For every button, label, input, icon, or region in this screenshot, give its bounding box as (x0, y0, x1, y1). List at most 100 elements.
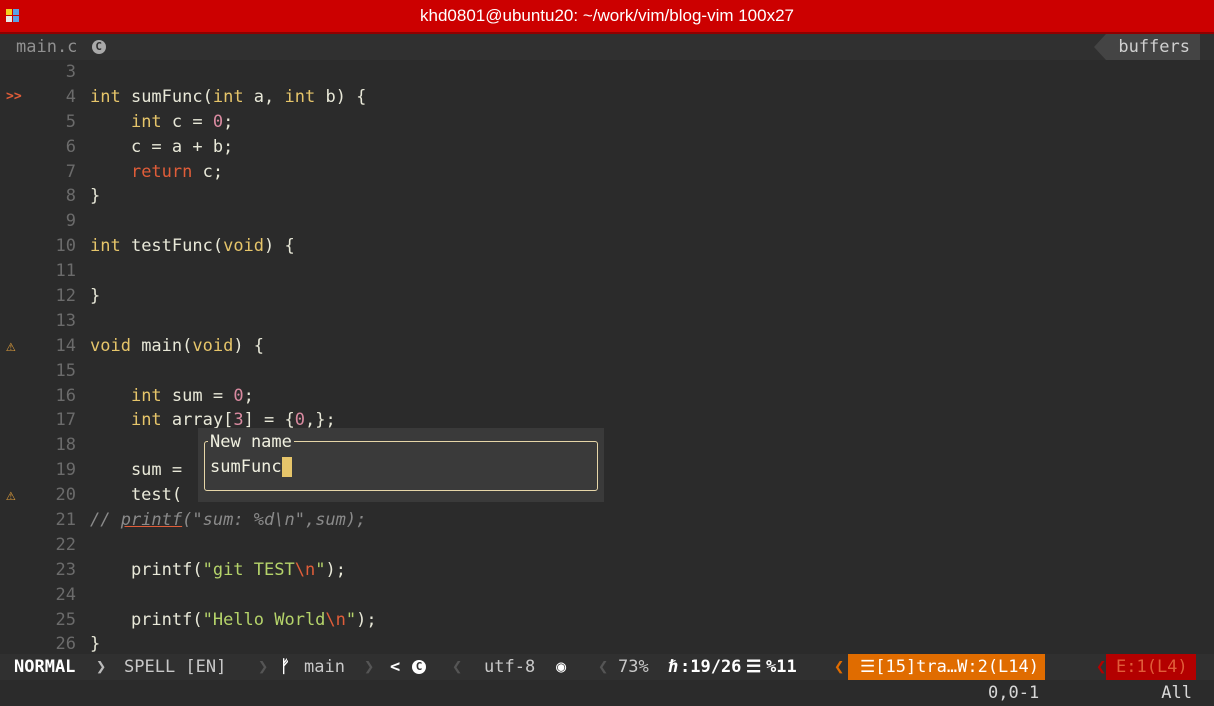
code-line: 18 (0, 433, 1214, 458)
git-branch-icon: ᚠ (280, 657, 291, 677)
line-number: 13 (55, 310, 76, 331)
line-number: 14 (55, 335, 76, 356)
code-text: int testFunc(void) { (90, 236, 295, 257)
code-text: sum = (90, 460, 193, 481)
code-line: 17 int array[3] = {0,}; (0, 408, 1214, 433)
line-number: 20 (55, 485, 76, 506)
line-number: 9 (65, 211, 76, 232)
code-line: 25 printf("Hello World\n"); (0, 608, 1214, 633)
window-titlebar: khd0801@ubuntu20: ~/work/vim/blog-vim 10… (0, 0, 1214, 34)
line-number-icon: ℏ (668, 657, 679, 677)
cursor-position: 0,0-1 (988, 683, 1040, 703)
scroll-position: All (1161, 683, 1192, 703)
line-number: 10 (55, 236, 76, 257)
line-number: 12 (55, 286, 76, 307)
code-line: 7 return c; (0, 160, 1214, 185)
code-line: 9 (0, 209, 1214, 234)
code-line: 12} (0, 284, 1214, 309)
text-cursor (281, 457, 292, 477)
file-encoding: utf-8 (484, 657, 536, 677)
separator-icon: ❯ (258, 657, 269, 677)
code-line: 11 (0, 259, 1214, 284)
code-text: test( (90, 485, 183, 506)
line-number: 18 (55, 435, 76, 456)
code-line: 23 printf("git TEST\n"); (0, 558, 1214, 583)
tab-filename: main.c (16, 37, 78, 57)
code-line: 13 (0, 309, 1214, 334)
spell-error-word: printf (120, 510, 183, 531)
code-text: printf("git TEST\n"); (90, 559, 346, 580)
line-number: 17 (55, 410, 76, 431)
line-number: 24 (55, 584, 76, 605)
code-text: return c; (130, 161, 224, 182)
code-text: printf("Hello World\n"); (90, 609, 377, 630)
rename-popup-title: New name (208, 432, 294, 452)
line-number: 25 (55, 609, 76, 630)
code-line: 5 int c = 0; (0, 110, 1214, 135)
line-number: 7 (65, 161, 76, 182)
line-number: 23 (55, 559, 76, 580)
line-position: :19/26 (680, 657, 742, 677)
code-line: 6 c = a + b; (0, 135, 1214, 160)
code-text: int c = 0; (130, 111, 234, 132)
command-line[interactable]: 0,0-1 All (0, 680, 1214, 706)
code-text: c = a + b; (90, 136, 234, 157)
separator-icon: ❮ (1096, 657, 1107, 677)
breakpoint-sign: >> (6, 88, 22, 104)
line-number: 6 (65, 136, 76, 157)
rename-input[interactable]: sumFunc (210, 456, 292, 478)
code-text: } (90, 186, 101, 207)
code-line: 10 int testFunc(void) { (0, 234, 1214, 259)
line-number: 4 (65, 86, 76, 107)
warning-indicator[interactable]: ☰[15]tra…W:2(L14) (848, 654, 1045, 680)
line-number: 19 (55, 460, 76, 481)
code-line: 8} (0, 184, 1214, 209)
mode-indicator: NORMAL (14, 657, 76, 677)
separator-icon: ❮ (452, 657, 463, 677)
line-number: 22 (55, 534, 76, 555)
comment-text: // printf("sum: %d\n",sum); (90, 510, 367, 531)
window-title: khd0801@ubuntu20: ~/work/vim/blog-vim 10… (420, 6, 794, 25)
code-text: } (90, 286, 101, 307)
code-text: int sum = 0; (130, 385, 254, 406)
tab-current-file[interactable]: main.c C (16, 34, 106, 60)
error-indicator[interactable]: E:1(L4) (1106, 654, 1196, 680)
code-line: 3 (0, 60, 1214, 85)
warning-icon[interactable]: ⚠ (6, 483, 32, 508)
warning-icon[interactable]: ⚠ (6, 334, 32, 359)
line-number: 8 (65, 186, 76, 207)
editor-area[interactable]: 3 >> 4 int sumFunc(int a, int b) { 5 int c… (0, 60, 1214, 654)
filetype-prefix: < (390, 657, 401, 677)
scroll-percent: 73% (618, 657, 649, 677)
code-line: ⚠ 14 void main(void) { (0, 334, 1214, 359)
code-line: 22 (0, 533, 1214, 558)
terminal-app-icon (6, 9, 20, 23)
buffers-label[interactable]: buffers (1094, 34, 1200, 60)
separator-icon: ❯ (364, 657, 375, 677)
statusline: NORMAL ❯ SPELL [EN] ❯ ᚠ main ❯ < C ❮ utf… (0, 654, 1214, 680)
separator-icon: ❮ (598, 657, 609, 677)
code-line: 19 sum = (0, 458, 1214, 483)
line-number: 21 (55, 510, 76, 531)
code-text: void main(void) { (90, 335, 265, 356)
code-line: 16 int sum = 0; (0, 384, 1214, 409)
c-language-icon: C (91, 40, 106, 54)
line-number: 3 (65, 62, 76, 82)
vim-tabline: main.c C buffers (0, 34, 1214, 60)
code-line: ⚠ 20 test( (0, 483, 1214, 508)
separator-icon: ❮ (834, 657, 845, 677)
line-number: 16 (55, 385, 76, 406)
code-line: 24 (0, 583, 1214, 608)
line-number: 11 (55, 261, 76, 282)
git-branch[interactable]: main (304, 654, 345, 680)
separator-icon: ❯ (96, 657, 107, 677)
column-icon: ☰ (746, 657, 762, 677)
code-line: >> 4 int sumFunc(int a, int b) { (0, 85, 1214, 110)
line-number: 5 (65, 111, 76, 132)
code-line: 15 (0, 359, 1214, 384)
code-line: 21 // printf("sum: %d\n",sum); (0, 508, 1214, 533)
os-icon: ◉ (556, 657, 567, 677)
spell-indicator: SPELL [EN] (124, 657, 227, 677)
column-position: %11 (766, 657, 797, 677)
c-language-icon: C (412, 660, 426, 674)
